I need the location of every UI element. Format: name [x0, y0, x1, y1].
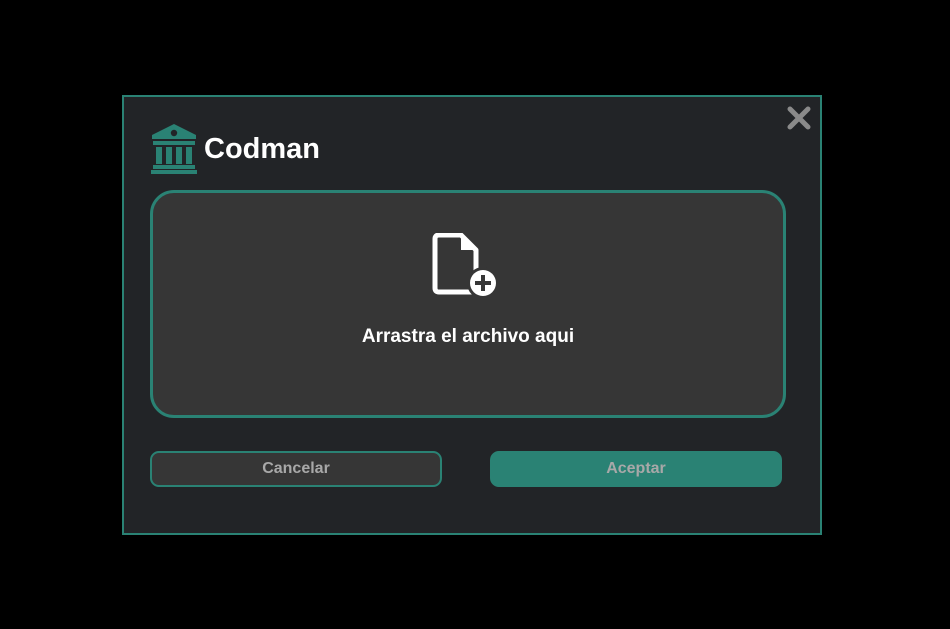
- dropzone-label: Arrastra el archivo aqui: [361, 326, 575, 347]
- dialog-title: Codman: [204, 132, 320, 165]
- cancel-button[interactable]: Cancelar: [150, 451, 442, 487]
- close-icon: [787, 106, 811, 130]
- close-button[interactable]: [786, 105, 812, 131]
- upload-dialog: Codman Arrastra el archivo aqui Cancelar…: [122, 95, 822, 535]
- bank-building-icon: [151, 124, 197, 174]
- file-add-icon: [432, 233, 496, 299]
- accept-button[interactable]: Aceptar: [490, 451, 782, 487]
- file-dropzone[interactable]: Arrastra el archivo aqui: [150, 190, 786, 418]
- dialog-header: Codman: [150, 124, 320, 174]
